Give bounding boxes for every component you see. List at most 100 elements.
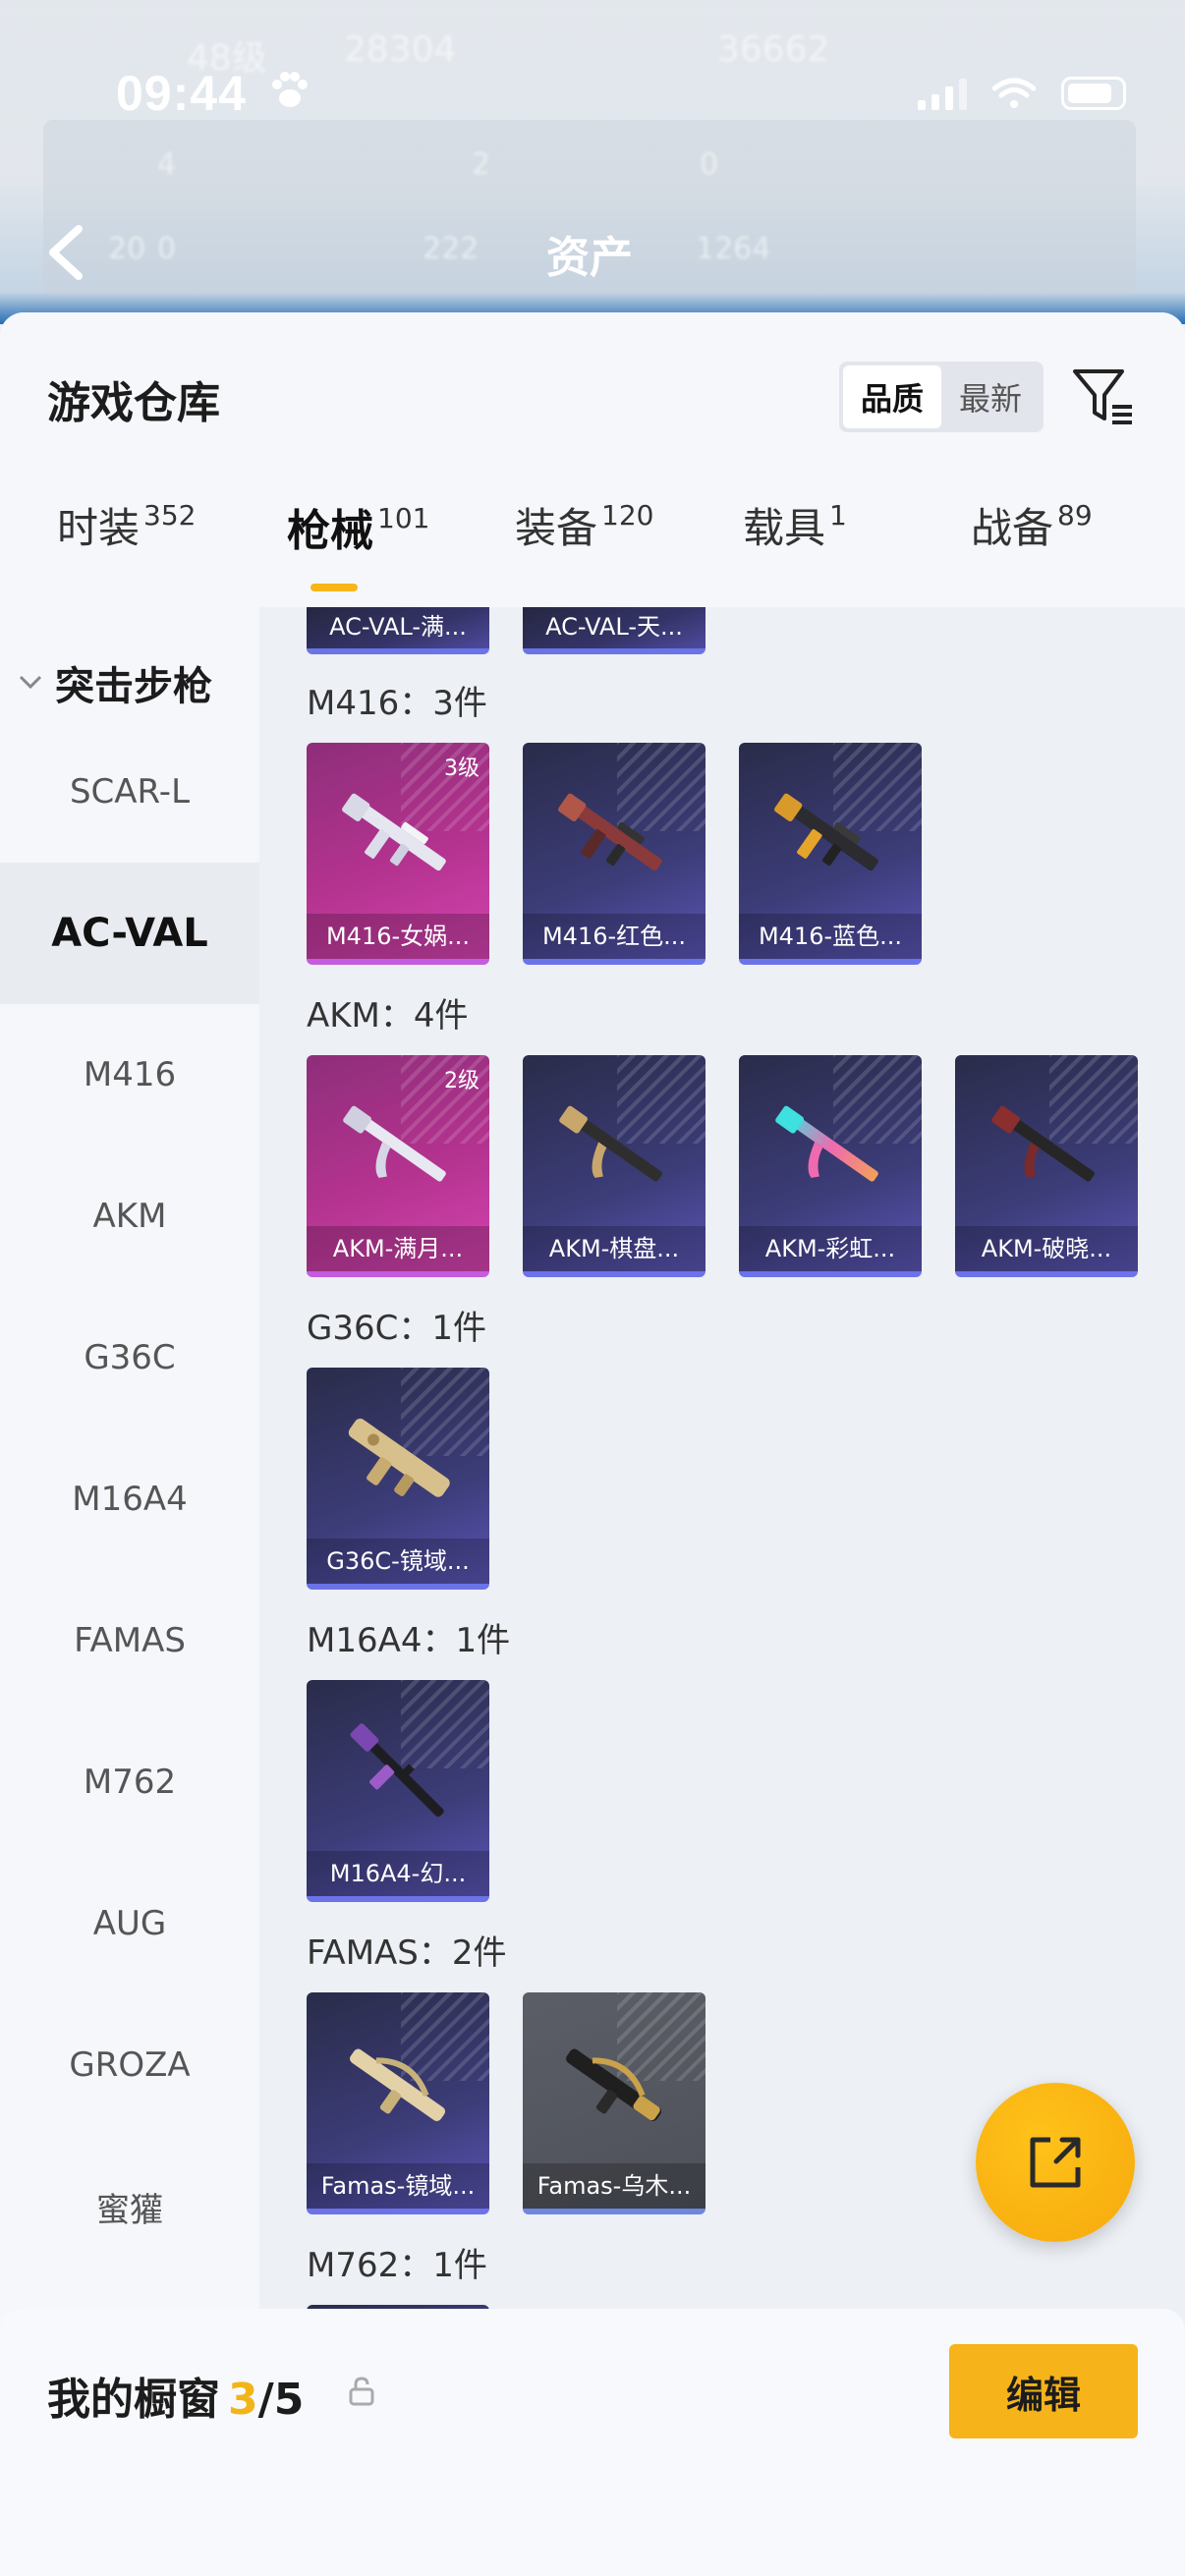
- weapon-level-badge: 3级: [444, 756, 480, 781]
- sort-newest-button[interactable]: 最新: [941, 365, 1040, 428]
- wifi-icon: [991, 77, 1037, 110]
- tab-count: 120: [601, 499, 654, 532]
- background-stat-6: 222: [423, 232, 480, 266]
- sidebar-item-g36c[interactable]: G36C: [0, 1287, 259, 1428]
- share-button[interactable]: [976, 2083, 1135, 2242]
- category-header[interactable]: 突击步枪: [18, 654, 212, 711]
- tab-count: 89: [1057, 499, 1093, 532]
- weapon-card[interactable]: AKM-彩虹...: [739, 1055, 922, 1277]
- battery-icon: [1061, 77, 1126, 110]
- tab-count: 352: [143, 499, 197, 532]
- tab-supplies[interactable]: 战备 89: [971, 495, 1093, 603]
- sidebar-item-honey-badger[interactable]: 蜜獾: [0, 2136, 259, 2277]
- weapon-card-label: M416-蓝色...: [739, 914, 922, 959]
- weapon-card-label: M16A4-幻...: [307, 1851, 489, 1896]
- signal-icon: [918, 77, 967, 110]
- back-arrow-icon[interactable]: [43, 218, 86, 299]
- sidebar-item-akm[interactable]: AKM: [0, 1146, 259, 1287]
- weapon-card[interactable]: G36C-镜域...: [307, 1368, 489, 1590]
- external-link-icon: [1030, 2137, 1081, 2188]
- background-score-text: 28304: [344, 29, 457, 70]
- sidebar-item-m416[interactable]: M416: [0, 1004, 259, 1146]
- group-title-m762: M762：1件: [307, 2246, 487, 2285]
- warehouse-sheet: 游戏仓库 品质 最新 时装 352 枪械 101 装备 120 载具 1 战备 …: [0, 312, 1185, 2576]
- sidebar-item-scar-l[interactable]: SCAR-L: [0, 721, 259, 863]
- rifle-icon: [774, 793, 878, 871]
- group-title-akm: AKM：4件: [307, 996, 469, 1036]
- weapon-card[interactable]: Famas-乌木...: [523, 1992, 705, 2214]
- weapon-card-label: AKM-满月...: [307, 1226, 489, 1271]
- sidebar-item-aug[interactable]: AUG: [0, 1853, 259, 1994]
- edit-button[interactable]: 编辑: [949, 2344, 1138, 2438]
- showcase-separator: /: [257, 2375, 274, 2425]
- group-title-m16a4: M16A4：1件: [307, 1621, 511, 1660]
- weapon-card-label: M416-女娲...: [307, 914, 489, 959]
- showcase-current-count: 3: [228, 2375, 258, 2425]
- sort-quality-button[interactable]: 品质: [843, 365, 941, 428]
- category-tabs: 时装 352 枪械 101 装备 120 载具 1 战备 89: [0, 495, 1185, 603]
- filter-icon[interactable]: [1071, 364, 1136, 428]
- active-tab-indicator: [310, 584, 358, 591]
- background-points-text: 36662: [717, 29, 830, 70]
- tab-vehicles[interactable]: 载具 1: [743, 495, 847, 603]
- weapon-card[interactable]: AKM-破晓...: [955, 1055, 1138, 1277]
- sidebar-item-famas[interactable]: FAMAS: [0, 1570, 259, 1711]
- tab-label: 装备: [515, 504, 598, 552]
- rifle-icon: [775, 1105, 878, 1182]
- paw-icon: [267, 69, 310, 122]
- chevron-down-icon: [18, 668, 43, 698]
- sidebar-item-m762[interactable]: M762: [0, 1711, 259, 1853]
- background-header: 48级 28304 36662 4 2 0 20 0 222 1264 09:4…: [0, 0, 1185, 324]
- tab-label: 战备: [971, 504, 1054, 552]
- rifle-icon: [342, 793, 446, 871]
- weapon-card[interactable]: AC-VAL-满...: [307, 607, 489, 654]
- rifle-icon: [559, 1105, 662, 1182]
- background-page-title: 资产: [546, 233, 633, 283]
- weapon-card[interactable]: 3级 M416-女娲...: [307, 743, 489, 965]
- weapon-card-label: AKM-破晓...: [955, 1226, 1138, 1271]
- lock-icon: [348, 2376, 375, 2407]
- weapon-card[interactable]: AKM-棋盘...: [523, 1055, 705, 1277]
- rifle-icon: [343, 1105, 446, 1182]
- showcase-total-count: 5: [273, 2375, 305, 2425]
- background-stat-5: 0: [157, 232, 177, 266]
- tab-firearms[interactable]: 枪械 101: [287, 495, 429, 603]
- tab-equipment[interactable]: 装备 120: [515, 495, 653, 603]
- weapon-card-label: AC-VAL-天...: [523, 607, 705, 648]
- weapon-card-label: G36C-镜域...: [307, 1539, 489, 1584]
- warehouse-title: 游戏仓库: [47, 378, 220, 428]
- status-icons: [918, 77, 1126, 110]
- rifle-icon: [566, 2048, 662, 2121]
- weapon-card-label: AKM-棋盘...: [523, 1226, 705, 1271]
- weapon-card[interactable]: 2级 AKM-满月...: [307, 1055, 489, 1277]
- category-label: 突击步枪: [55, 664, 212, 709]
- tab-count: 101: [377, 502, 430, 534]
- rifle-icon: [348, 1418, 450, 1497]
- background-stat-3: 0: [700, 147, 719, 182]
- showcase-label-group: 我的橱窗 3 / 5: [47, 2364, 304, 2427]
- status-time: 09:44: [116, 66, 247, 121]
- tab-fashion[interactable]: 时装 352: [57, 495, 196, 603]
- sidebar-item-ac-val[interactable]: AC-VAL: [0, 863, 259, 1004]
- weapon-card-label: Famas-镜域...: [307, 2163, 489, 2209]
- weapon-card[interactable]: AC-VAL-天...: [523, 607, 705, 654]
- rifle-icon: [991, 1105, 1095, 1182]
- sheet-header: 游戏仓库 品质 最新 时装 352 枪械 101 装备 120 载具 1 战备 …: [0, 312, 1185, 607]
- tab-label: 载具: [743, 504, 826, 552]
- background-stat-7: 1264: [696, 232, 771, 266]
- weapon-card-label: M416-红色...: [523, 914, 705, 959]
- weapon-card-label: Famas-乌木...: [523, 2163, 705, 2209]
- weapon-card[interactable]: M416-蓝色...: [739, 743, 922, 965]
- sidebar-item-groza[interactable]: GROZA: [0, 1994, 259, 2136]
- weapon-level-badge: 2级: [444, 1069, 480, 1093]
- weapon-card[interactable]: M416-红色...: [523, 743, 705, 965]
- rifle-icon: [350, 2048, 446, 2121]
- sort-toggle: 品质 最新: [839, 362, 1044, 432]
- sidebar-item-m16a4[interactable]: M16A4: [0, 1428, 259, 1570]
- weapon-card[interactable]: M16A4-幻...: [307, 1680, 489, 1902]
- weapon-card[interactable]: Famas-镜域...: [307, 1992, 489, 2214]
- background-stat-2: 2: [472, 147, 491, 182]
- background-stat-4: 20: [108, 232, 146, 266]
- weapon-card-label: AKM-彩虹...: [739, 1226, 922, 1271]
- weapon-sidebar: 突击步枪 SCAR-L AC-VAL M416 AKM G36C M16A4 F…: [0, 607, 259, 2366]
